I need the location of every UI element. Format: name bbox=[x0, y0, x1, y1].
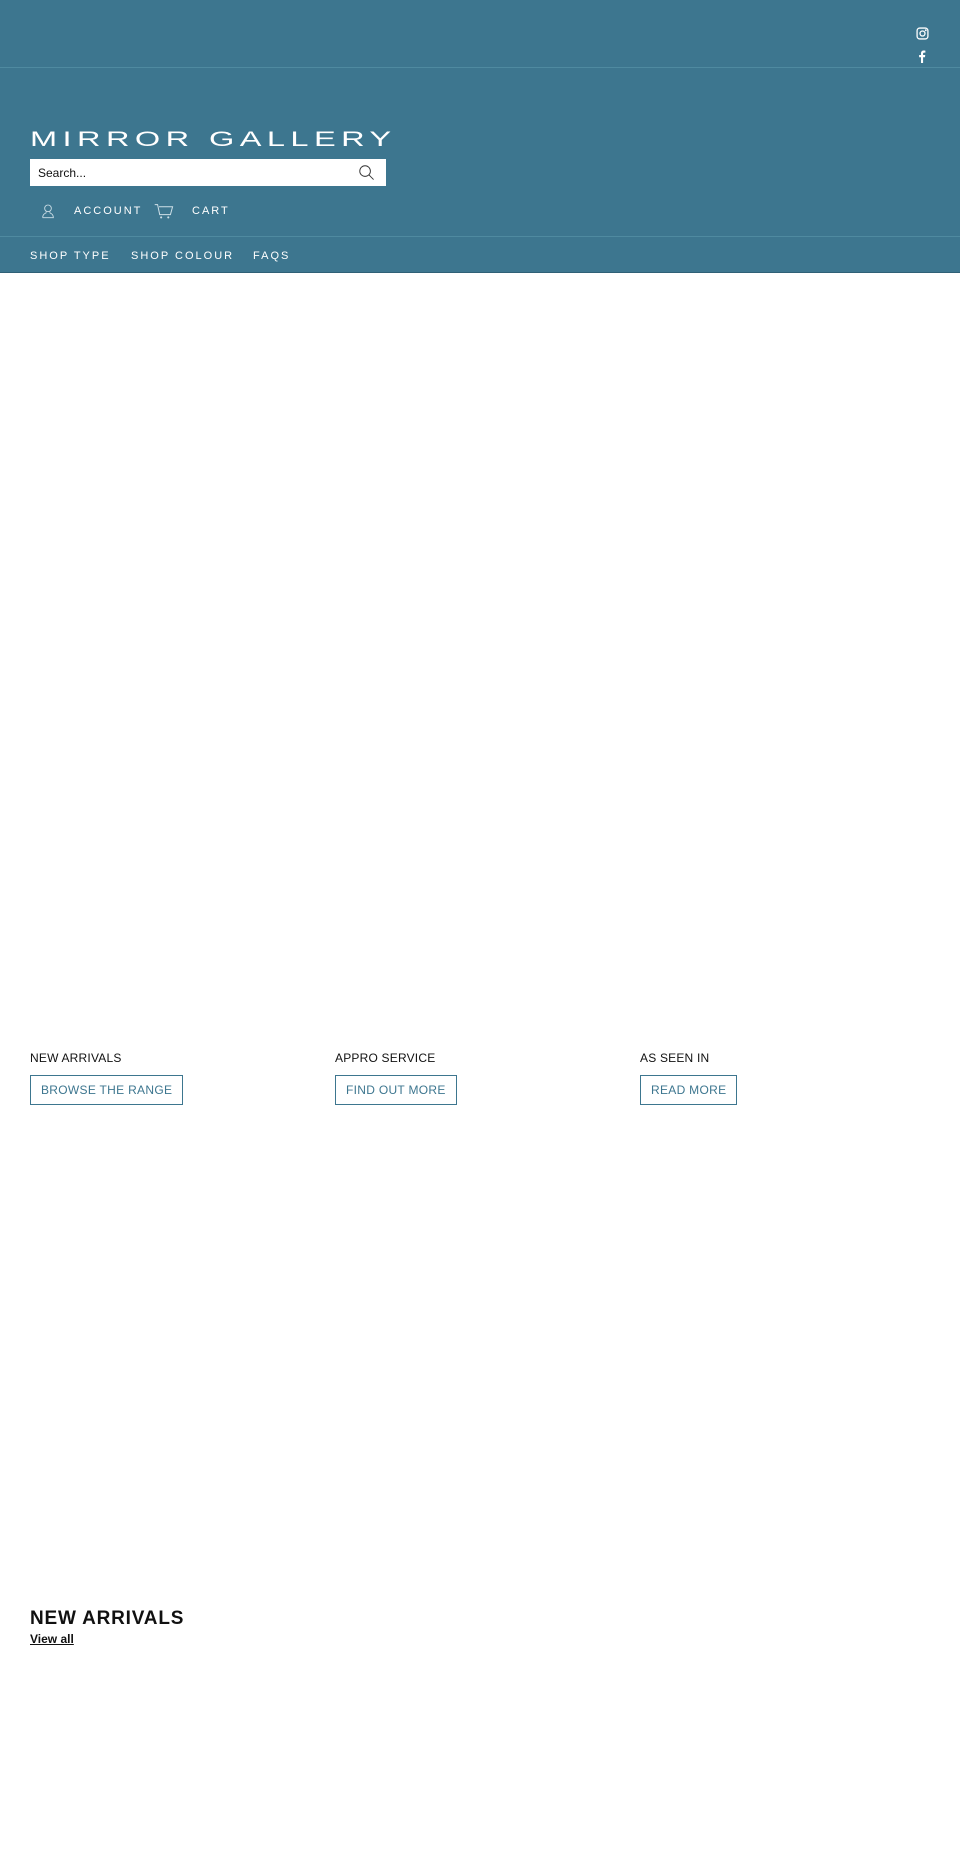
view-all-link[interactable]: View all bbox=[30, 1632, 74, 1646]
nav-shop-colour[interactable]: SHOP COLOUR bbox=[131, 250, 234, 262]
nav-faqs[interactable]: FAQS bbox=[253, 250, 290, 262]
site-header: MIRROR GALLERY ACCOUNT CART bbox=[0, 0, 960, 273]
new-arrivals-heading: NEW ARRIVALS bbox=[30, 1608, 185, 1629]
cart-icon bbox=[154, 204, 174, 219]
promo-title: NEW ARRIVALS bbox=[30, 1051, 122, 1065]
search-button[interactable] bbox=[346, 159, 386, 186]
promo-new-arrivals: NEW ARRIVALS BROWSE THE RANGE bbox=[30, 1051, 184, 1105]
site-logo[interactable]: MIRROR GALLERY bbox=[30, 128, 397, 152]
header-top-bar bbox=[0, 0, 960, 68]
search-icon bbox=[358, 165, 374, 180]
promo-title: APPRO SERVICE bbox=[335, 1051, 436, 1065]
account-link[interactable]: ACCOUNT bbox=[40, 203, 142, 219]
promo-appro-service: APPRO SERVICE FIND OUT MORE bbox=[335, 1051, 457, 1105]
cart-link[interactable]: CART bbox=[154, 203, 230, 219]
instagram-link[interactable] bbox=[914, 25, 930, 41]
facebook-icon bbox=[919, 50, 926, 63]
nav-shop-type[interactable]: SHOP TYPE bbox=[30, 250, 111, 262]
promo-as-seen-in: AS SEEN IN READ MORE bbox=[640, 1051, 738, 1105]
facebook-link[interactable] bbox=[914, 48, 930, 64]
search-input[interactable] bbox=[30, 159, 346, 186]
account-icon bbox=[42, 204, 54, 219]
find-out-more-button[interactable]: FIND OUT MORE bbox=[335, 1075, 457, 1105]
browse-the-range-button[interactable]: BROWSE THE RANGE bbox=[30, 1075, 184, 1105]
promo-title: AS SEEN IN bbox=[640, 1051, 710, 1065]
read-more-button[interactable]: READ MORE bbox=[640, 1075, 738, 1105]
cart-label: CART bbox=[192, 205, 230, 217]
main-nav: SHOP TYPE SHOP COLOUR FAQS bbox=[0, 236, 960, 273]
instagram-icon bbox=[915, 26, 929, 40]
search-bar bbox=[30, 159, 386, 186]
account-label: ACCOUNT bbox=[74, 205, 143, 217]
